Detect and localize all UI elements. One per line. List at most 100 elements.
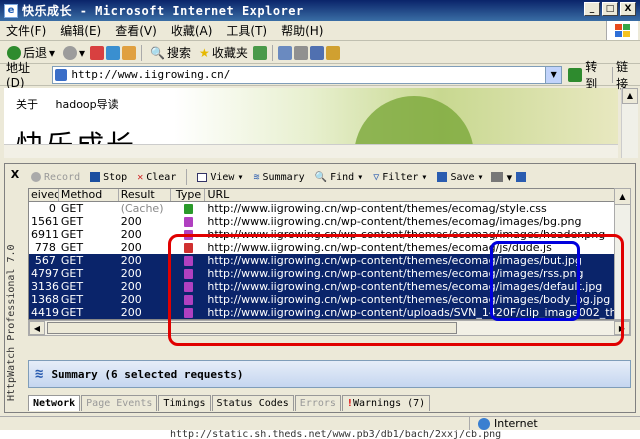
nav-hadoop-link[interactable]: hadoop导读 [56,98,119,111]
filter-icon: ▽ [373,171,380,183]
home-icon[interactable] [122,45,137,60]
table-row[interactable]: 3136 GET 200 http://www.iigrowing.cn/wp-con… [29,280,615,293]
tab-errors[interactable]: Errors [294,395,341,411]
search-icon: 🔍 [150,45,166,60]
table-row[interactable]: 0 GET (Cache) http://www.iigrowing.cn/wp-co… [29,202,615,215]
menu-tools[interactable]: 工具(T) [226,22,267,39]
cell-method: GET [60,267,84,280]
scroll-up-icon[interactable]: ▲ [622,88,638,104]
view-button[interactable]: View ▾ [194,172,246,183]
column-result[interactable]: Result [119,189,171,201]
messenger-icon[interactable] [325,45,340,60]
edit-icon[interactable] [309,45,324,60]
address-label: 地址(D) [6,61,31,90]
column-received[interactable]: eived [29,189,59,201]
scroll-up-icon[interactable]: ▲ [615,189,630,205]
find-button[interactable]: 🔍 Find ▾ [312,172,367,183]
file-type-icon [184,295,194,305]
clear-button[interactable]: ✕ Clear [134,172,179,183]
stop-button[interactable]: Stop [87,172,130,183]
toolbar-separator [612,66,614,83]
filter-button[interactable]: ▽ Filter ▾ [370,172,430,183]
column-method[interactable]: Method [59,189,119,201]
table-row[interactable]: 778 GET 200 http://www.iigrowing.cn/wp-cont… [29,241,615,254]
chevron-down-icon[interactable]: ▾ [507,171,513,184]
address-bar: 地址(D) http://www.iigrowing.cn/ ▼ 转到 链接 [0,60,640,91]
file-type-icon [184,282,194,292]
forward-button[interactable]: ▾ [60,45,88,60]
file-type-icon [184,256,194,266]
grid-vertical-scrollbar[interactable]: ▲ [614,188,631,320]
cell-type [171,215,206,228]
request-grid[interactable]: eived Method Result Type URL 0 GET (Cache)… [28,188,616,320]
table-row[interactable]: 4419 GET 200 http://www.iigrowing.cn/wp-con… [29,306,615,319]
cell-result: 200 [120,241,142,254]
search-button[interactable]: 🔍 搜索 [147,44,194,61]
page-horizontal-scrollbar[interactable] [4,144,618,158]
tab-network[interactable]: Network [28,395,81,411]
tab-timings[interactable]: Timings [158,395,211,411]
cell-url: http://www.iigrowing.cn/wp-content/theme… [207,280,603,293]
tab-page-events[interactable]: Page Events [81,395,158,411]
close-button[interactable]: X [620,2,636,16]
ie-icon: e [4,3,18,18]
favorites-button[interactable]: ★ 收藏夹 [196,44,251,61]
favorites-label: 收藏夹 [211,46,248,60]
links-button[interactable]: 链接 [616,58,640,92]
go-arrow-icon [568,67,583,82]
menu-favorites[interactable]: 收藏(A) [171,22,213,39]
cell-url: http://www.iigrowing.cn/wp-content/theme… [207,241,552,254]
summary-text: Summary (6 selected requests) [51,367,244,381]
address-input[interactable]: http://www.iigrowing.cn/ ▼ [52,65,563,84]
maximize-button[interactable]: □ [602,2,618,16]
tab-warnings[interactable]: !Warnings (7) [341,395,431,411]
table-row[interactable]: 1561 GET 200 http://www.iigrowing.cn/wp-con… [29,215,615,228]
go-button[interactable]: 转到 [568,58,609,92]
close-icon[interactable]: X [4,168,26,181]
file-type-icon [184,217,194,227]
settings-icon[interactable] [516,172,527,182]
summary-bar[interactable]: ≋ Summary (6 selected requests) [28,360,631,388]
scroll-thumb[interactable] [47,322,457,334]
nav-about-link[interactable]: 关于 [16,98,38,111]
stop-icon[interactable] [90,45,105,60]
table-row[interactable]: 6911 GET 200 http://www.iigrowing.cn/wp-con… [29,228,615,241]
page-vertical-scrollbar[interactable]: ▲ [621,88,638,158]
mail-icon[interactable] [277,45,292,60]
column-url[interactable]: URL [205,189,615,201]
cell-result: 200 [120,293,142,306]
print-icon[interactable] [293,45,308,60]
record-button[interactable]: Record [28,172,83,183]
globe-icon [478,417,490,430]
refresh-icon[interactable] [106,45,121,60]
cell-received: 567 [34,254,56,267]
table-row[interactable]: 1368 GET 200 http://www.iigrowing.cn/wp-con… [29,293,615,306]
save-button[interactable]: Save ▾ [434,172,486,183]
column-type[interactable]: Type [171,189,206,201]
print-icon[interactable] [490,172,503,182]
chevron-down-icon: ▾ [421,171,428,183]
cell-result: 200 [120,228,142,241]
cell-type [171,280,206,293]
status-segment [0,416,470,431]
summary-label: Summary [262,171,305,183]
menu-edit[interactable]: 编辑(E) [60,22,101,39]
menu-file[interactable]: 文件(F) [6,22,46,39]
chevron-down-icon[interactable]: ▼ [545,66,562,83]
status-bar: Internet [0,416,640,431]
menu-help[interactable]: 帮助(H) [281,22,323,39]
menu-view[interactable]: 查看(V) [115,22,157,39]
minimize-button[interactable]: _ [584,2,600,16]
forward-arrow-icon [63,45,78,60]
table-row[interactable]: 4797 GET 200 http://www.iigrowing.cn/wp-con… [29,267,615,280]
file-type-icon [184,230,194,240]
table-row[interactable]: 567 GET 200 http://www.iigrowing.cn/wp-cont… [29,254,615,267]
scroll-right-icon[interactable]: ▶ [614,321,630,335]
cell-received: 778 [34,241,56,254]
scroll-left-icon[interactable]: ◀ [29,321,45,335]
tab-status-codes[interactable]: Status Codes [211,395,294,411]
summary-button[interactable]: ≋ Summary [250,172,307,183]
star-icon: ★ [199,45,210,60]
history-icon[interactable] [252,45,267,60]
grid-horizontal-scrollbar[interactable]: ◀ ▶ [28,320,631,336]
